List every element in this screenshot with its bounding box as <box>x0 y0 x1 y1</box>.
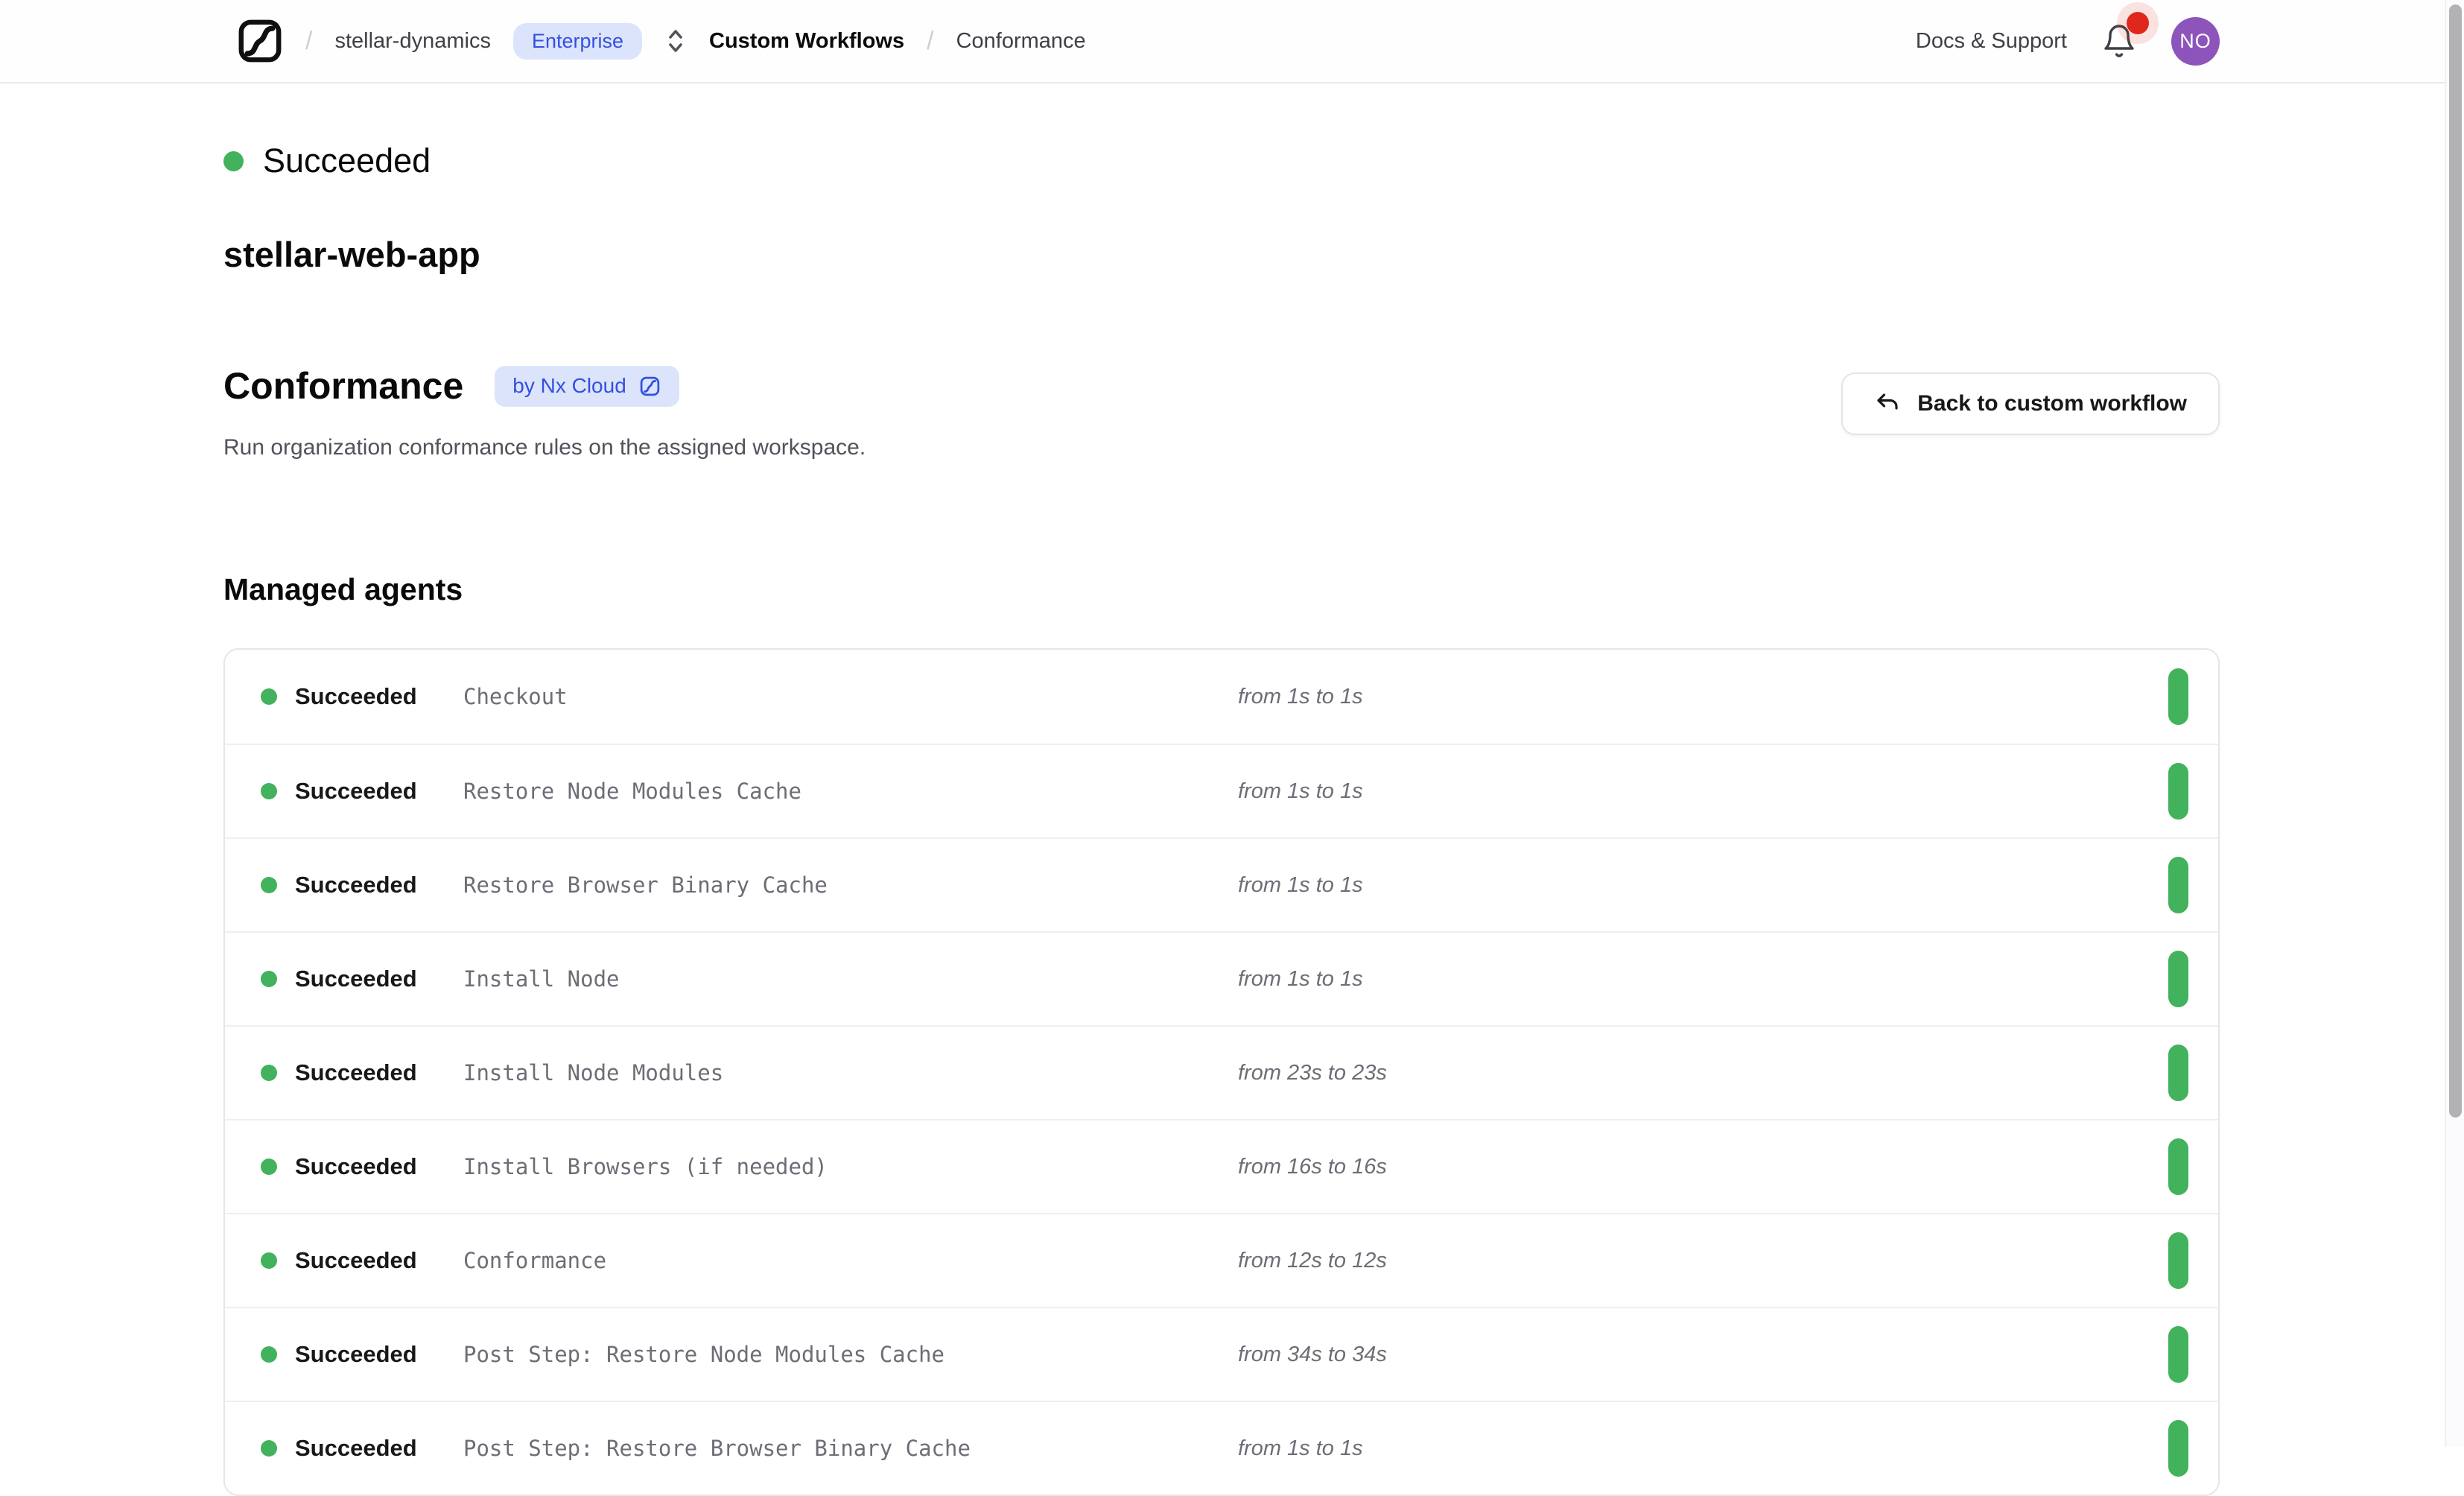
status-dot-icon <box>261 1440 277 1457</box>
chevron-up-down-icon <box>666 25 685 57</box>
workflow-section-header: Conformance by Nx Cloud Run organization… <box>223 364 2220 460</box>
nav-actions: Docs & Support NO <box>1916 17 2220 66</box>
nx-cloud-logo-icon <box>638 375 661 398</box>
page-scrollbar <box>2445 0 2464 1447</box>
step-status: Succeeded <box>261 1435 463 1462</box>
managed-agents-heading: Managed agents <box>223 571 2220 608</box>
step-status: Succeeded <box>261 966 463 992</box>
step-name: Install Node <box>463 966 1238 992</box>
workspace-title: stellar-web-app <box>223 234 2220 276</box>
step-name: Install Browsers (if needed) <box>463 1154 1238 1179</box>
docs-support-link[interactable]: Docs & Support <box>1916 29 2067 54</box>
status-dot-icon <box>261 688 277 705</box>
step-status-label: Succeeded <box>295 1341 417 1368</box>
agent-step-row[interactable]: Succeeded Restore Browser Binary Cache f… <box>225 837 2218 931</box>
step-time-range: from 1s to 1s <box>1238 873 2168 898</box>
agent-step-row[interactable]: Succeeded Checkout from 1s to 1s <box>225 650 2218 744</box>
step-name: Conformance <box>463 1248 1238 1273</box>
step-status: Succeeded <box>261 1247 463 1274</box>
run-status-label: Succeeded <box>263 142 431 180</box>
step-duration-bar <box>2168 1138 2188 1195</box>
step-status: Succeeded <box>261 683 463 710</box>
status-dot-icon <box>261 1346 277 1363</box>
nx-cloud-logo-icon <box>237 18 283 64</box>
status-dot-icon <box>261 877 277 893</box>
status-dot-icon <box>261 971 277 987</box>
step-status: Succeeded <box>261 1059 463 1086</box>
step-time-range: from 16s to 16s <box>1238 1155 2168 1179</box>
step-status-label: Succeeded <box>295 1247 417 1274</box>
by-nx-cloud-badge[interactable]: by Nx Cloud <box>495 366 679 407</box>
breadcrumb-section[interactable]: Custom Workflows <box>709 29 904 54</box>
step-status-label: Succeeded <box>295 872 417 898</box>
step-time-range: from 23s to 23s <box>1238 1061 2168 1085</box>
step-status-label: Succeeded <box>295 778 417 805</box>
agent-step-row[interactable]: Succeeded Post Step: Restore Node Module… <box>225 1307 2218 1401</box>
nx-cloud-logo[interactable] <box>237 18 283 64</box>
step-duration-bar <box>2168 1232 2188 1289</box>
notification-dot <box>2127 12 2149 34</box>
step-status: Succeeded <box>261 1341 463 1368</box>
step-duration-bar <box>2168 857 2188 913</box>
step-status-label: Succeeded <box>295 966 417 992</box>
status-dot-icon <box>223 151 244 171</box>
step-time-range: from 1s to 1s <box>1238 685 2168 709</box>
workflow-title-block: Conformance by Nx Cloud Run organization… <box>223 364 866 460</box>
breadcrumb-separator: / <box>305 27 312 56</box>
step-name: Checkout <box>463 684 1238 709</box>
step-name: Install Node Modules <box>463 1060 1238 1085</box>
step-status: Succeeded <box>261 1153 463 1180</box>
back-button-label: Back to custom workflow <box>1917 391 2187 416</box>
run-status: Succeeded <box>223 142 2220 180</box>
badge-label: by Nx Cloud <box>512 375 626 396</box>
step-status: Succeeded <box>261 778 463 805</box>
step-time-range: from 1s to 1s <box>1238 779 2168 804</box>
step-name: Post Step: Restore Node Modules Cache <box>463 1342 1238 1367</box>
agent-step-row[interactable]: Succeeded Install Node Modules from 23s … <box>225 1025 2218 1119</box>
step-duration-bar <box>2168 763 2188 820</box>
back-to-custom-workflow-button[interactable]: Back to custom workflow <box>1841 373 2220 435</box>
step-status-label: Succeeded <box>295 1153 417 1180</box>
workflow-run-page: Succeeded stellar-web-app Conformance by… <box>223 83 2220 1496</box>
step-status-label: Succeeded <box>295 1059 417 1086</box>
step-time-range: from 34s to 34s <box>1238 1343 2168 1367</box>
status-dot-icon <box>261 1159 277 1175</box>
managed-agents-list: Succeeded Checkout from 1s to 1s Succeed… <box>223 648 2220 1496</box>
agent-step-row[interactable]: Succeeded Restore Node Modules Cache fro… <box>225 744 2218 837</box>
agent-step-row[interactable]: Succeeded Install Node from 1s to 1s <box>225 931 2218 1025</box>
step-name: Post Step: Restore Browser Binary Cache <box>463 1436 1238 1461</box>
top-nav: / stellar-dynamics Enterprise Custom Wor… <box>0 0 2464 83</box>
status-dot-icon <box>261 783 277 799</box>
step-name: Restore Browser Binary Cache <box>463 872 1238 898</box>
step-time-range: from 1s to 1s <box>1238 967 2168 992</box>
breadcrumb-page: Conformance <box>956 29 1086 54</box>
step-duration-bar <box>2168 1420 2188 1477</box>
scrollbar-thumb[interactable] <box>2449 4 2462 1118</box>
breadcrumb-separator: / <box>927 27 933 56</box>
step-duration-bar <box>2168 1326 2188 1383</box>
step-time-range: from 1s to 1s <box>1238 1436 2168 1461</box>
step-duration-bar <box>2168 668 2188 725</box>
notifications-button[interactable] <box>2101 22 2137 60</box>
undo-arrow-icon <box>1874 390 1901 417</box>
step-status-label: Succeeded <box>295 1435 417 1462</box>
agent-step-row[interactable]: Succeeded Conformance from 12s to 12s <box>225 1213 2218 1307</box>
step-duration-bar <box>2168 951 2188 1007</box>
step-status: Succeeded <box>261 872 463 898</box>
breadcrumb-org[interactable]: stellar-dynamics <box>334 29 491 54</box>
step-name: Restore Node Modules Cache <box>463 779 1238 804</box>
agent-step-row[interactable]: Succeeded Install Browsers (if needed) f… <box>225 1119 2218 1213</box>
step-duration-bar <box>2168 1045 2188 1101</box>
user-avatar[interactable]: NO <box>2171 17 2220 66</box>
workflow-title: Conformance <box>223 364 463 408</box>
step-time-range: from 12s to 12s <box>1238 1249 2168 1273</box>
status-dot-icon <box>261 1065 277 1081</box>
org-plan-badge: Enterprise <box>513 23 642 60</box>
step-status-label: Succeeded <box>295 683 417 710</box>
status-dot-icon <box>261 1252 277 1269</box>
org-switcher-button[interactable] <box>664 25 687 57</box>
agent-step-row[interactable]: Succeeded Post Step: Restore Browser Bin… <box>225 1401 2218 1495</box>
workflow-description: Run organization conformance rules on th… <box>223 435 866 460</box>
breadcrumb: / stellar-dynamics Enterprise Custom Wor… <box>237 18 1086 64</box>
